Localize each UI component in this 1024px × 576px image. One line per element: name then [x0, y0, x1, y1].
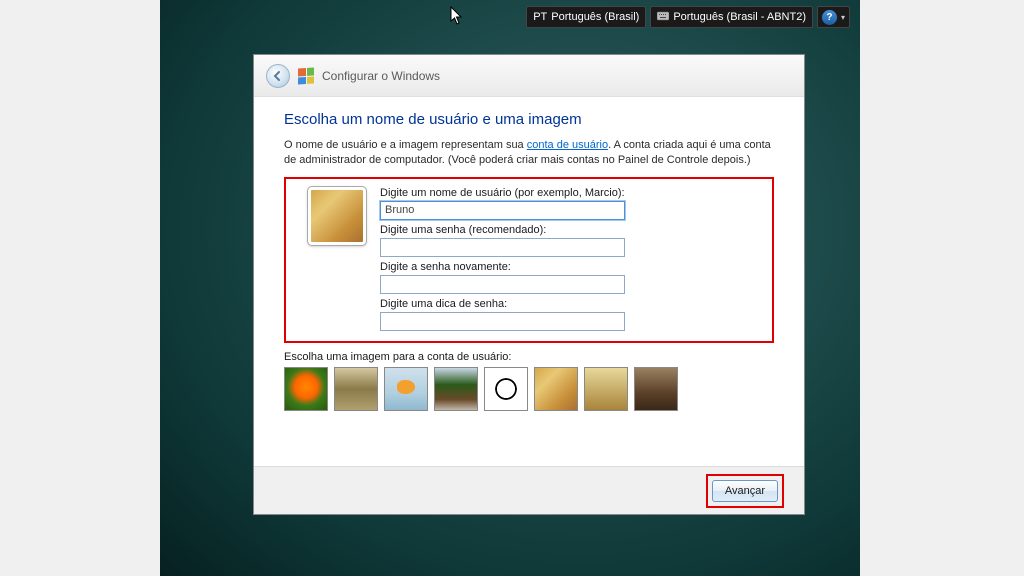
avatar-option-ball[interactable]	[484, 367, 528, 411]
selected-avatar-preview	[308, 187, 366, 245]
windows-logo-icon	[298, 67, 314, 84]
page-heading: Escolha um nome de usuário e uma imagem	[284, 111, 774, 128]
pick-avatar-label: Escolha uma imagem para a conta de usuár…	[284, 351, 774, 363]
arrow-left-icon	[272, 70, 284, 82]
help-button[interactable]: ? ▾	[817, 6, 850, 28]
wizard-footer: Avançar	[254, 466, 804, 514]
user-account-link[interactable]: conta de usuário	[527, 139, 608, 151]
password-hint-input[interactable]	[380, 312, 625, 331]
setup-wizard-window: Configurar o Windows Escolha um nome de …	[253, 54, 805, 515]
wizard-body: Escolha um nome de usuário e uma imagem …	[254, 97, 804, 466]
highlight-form-area: Digite um nome de usuário (por exemplo, …	[284, 177, 774, 343]
help-icon: ?	[822, 10, 837, 25]
back-button[interactable]	[266, 64, 290, 88]
wizard-header: Configurar o Windows	[254, 55, 804, 97]
next-button[interactable]: Avançar	[712, 480, 778, 502]
highlight-next-button: Avançar	[706, 474, 784, 508]
avatar-option-puppy[interactable]	[534, 367, 578, 411]
avatar-option-robot[interactable]	[334, 367, 378, 411]
keyboard-icon	[657, 11, 669, 24]
avatar-option-fish[interactable]	[384, 367, 428, 411]
lang-label: Português (Brasil)	[551, 11, 639, 23]
intro-text: O nome de usuário e a imagem representam…	[284, 138, 774, 169]
form-fields: Digite um nome de usuário (por exemplo, …	[380, 187, 762, 331]
language-indicator[interactable]: PT Português (Brasil)	[526, 6, 646, 28]
password-input[interactable]	[380, 238, 625, 257]
language-bar: PT Português (Brasil) Português (Brasil …	[526, 6, 860, 28]
avatar-option-chess[interactable]	[584, 367, 628, 411]
username-input[interactable]	[380, 201, 625, 220]
chevron-down-icon: ▾	[841, 13, 845, 22]
password-hint-label: Digite uma dica de senha:	[380, 298, 762, 310]
username-label: Digite um nome de usuário (por exemplo, …	[380, 187, 762, 199]
confirm-password-input[interactable]	[380, 275, 625, 294]
wizard-title: Configurar o Windows	[322, 69, 440, 83]
avatar-option-cat[interactable]	[634, 367, 678, 411]
confirm-password-label: Digite a senha novamente:	[380, 261, 762, 273]
keyboard-indicator[interactable]: Português (Brasil - ABNT2)	[650, 6, 813, 28]
avatar-option-bonsai[interactable]	[434, 367, 478, 411]
keyboard-label: Português (Brasil - ABNT2)	[673, 11, 806, 23]
avatar-option-flower[interactable]	[284, 367, 328, 411]
password-label: Digite uma senha (recomendado):	[380, 224, 762, 236]
lang-code: PT	[533, 11, 547, 23]
desktop-background: PT Português (Brasil) Português (Brasil …	[160, 0, 860, 576]
mouse-cursor-icon	[450, 6, 464, 26]
avatar-thumbnails	[284, 367, 774, 411]
